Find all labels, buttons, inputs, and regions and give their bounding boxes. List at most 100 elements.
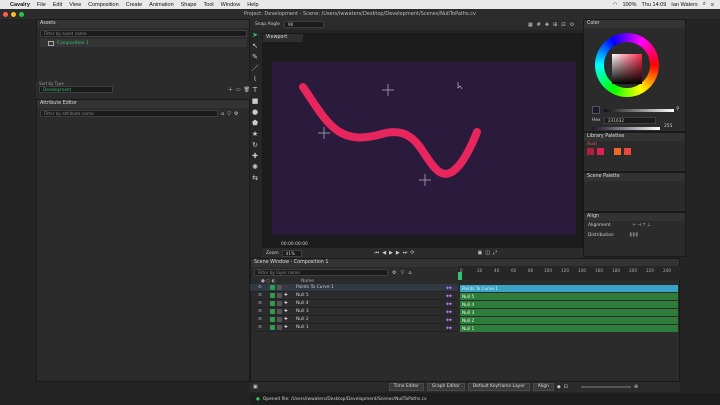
zoom-in-icon[interactable]: ⊕ — [634, 384, 638, 390]
playhead[interactable] — [458, 272, 462, 280]
polygon-tool-icon[interactable]: ⬟ — [250, 118, 260, 129]
assets-search-input[interactable]: Filter by asset name — [40, 30, 247, 37]
filter-icon[interactable]: ▽ — [227, 111, 231, 117]
swatch-1[interactable] — [587, 148, 594, 155]
null-tool-icon[interactable]: ✚ — [250, 151, 260, 162]
timeline-zoom-slider[interactable] — [580, 386, 631, 388]
folder-icon[interactable]: ▭ — [236, 87, 241, 93]
direct-select-tool-icon[interactable]: ↖ — [250, 41, 260, 52]
add-asset-icon[interactable]: ＋ — [228, 86, 233, 93]
rotate-tool-icon[interactable]: ↻ — [250, 140, 260, 151]
select-tool-icon[interactable]: ➤ — [250, 30, 260, 41]
time-editor-button[interactable]: Time Editor — [388, 383, 424, 391]
layer-filter-icon[interactable]: ▽ — [400, 270, 404, 276]
saturation-value-square[interactable] — [612, 54, 642, 84]
alpha-slider[interactable] — [592, 127, 660, 130]
view-icon[interactable]: ◫ — [485, 250, 490, 256]
snap-keys-icon[interactable]: ⊡ — [564, 384, 568, 390]
gear-tool-icon[interactable]: ✺ — [250, 162, 260, 173]
eyedropper-icon[interactable]: ⚲ — [676, 106, 680, 112]
layer-row[interactable]: ⊙ ✚ Null 1 ⬥⬥ — [250, 324, 458, 332]
brightness-slider[interactable] — [604, 109, 674, 112]
menu-window[interactable]: Window — [221, 2, 241, 8]
menu-edit[interactable]: Edit — [53, 2, 62, 8]
track-bar[interactable]: Null 2 — [460, 317, 678, 324]
grid-icon[interactable]: ▦ — [528, 22, 533, 28]
snap-angle-input[interactable]: 90 — [283, 21, 324, 28]
align-button[interactable]: Align — [532, 383, 554, 391]
track-bar[interactable]: Null 1 — [460, 325, 678, 332]
settings-icon[interactable]: ⚙ — [234, 111, 238, 117]
menu-create[interactable]: Create — [126, 2, 143, 8]
menu-tool[interactable]: Tool — [204, 2, 214, 8]
viewport-canvas[interactable] — [272, 62, 576, 235]
line-tool-icon[interactable]: ／ — [250, 63, 260, 74]
battery-label[interactable]: 100% — [622, 2, 636, 8]
timeline-ruler[interactable]: 0 20 40 60 80 100 120 140 160 180 200 22… — [458, 266, 680, 280]
attribute-search-input[interactable]: Filter by attribute name — [40, 110, 218, 117]
play-icon[interactable]: ▶ — [389, 250, 393, 256]
wifi-icon[interactable]: ◠ — [613, 2, 618, 8]
layer-row[interactable]: ⊙ ✚ Null 4 ⬥⬥ — [250, 300, 458, 308]
sort-dropdown[interactable]: Development — [39, 86, 113, 93]
default-keyframe-button[interactable]: Default Keyframe Layer — [467, 383, 530, 391]
add-layer-icon[interactable]: ▣ — [253, 384, 258, 390]
reset-view-icon[interactable]: ⟲ — [569, 22, 573, 28]
distribution-buttons[interactable]: ⫼⫼⫼ — [630, 232, 639, 238]
last-frame-icon[interactable]: ⏭ — [403, 250, 408, 256]
connect-tool-icon[interactable]: ⇆ — [250, 173, 260, 184]
layer-row[interactable]: ⊙ ∿ Points To Curve 1 ⬥⬥ — [250, 284, 458, 292]
graph-editor-button[interactable]: Graph Editor — [426, 383, 465, 391]
snap-icon[interactable]: ⊞ — [553, 22, 557, 28]
zoom-input[interactable]: 41% — [281, 249, 302, 257]
asset-item[interactable]: Composition 1 — [40, 39, 246, 47]
fit-icon[interactable]: ⊡ — [561, 22, 565, 28]
alignment-buttons[interactable]: ⊢⊣⊤⊥ — [633, 223, 652, 228]
search-icon[interactable]: ⌕ — [703, 1, 706, 8]
layer-lock-icon[interactable]: ⌂ — [408, 270, 411, 276]
render-icon[interactable]: ▣ — [477, 250, 482, 256]
loop-icon[interactable]: ⟳ — [410, 250, 414, 256]
menu-icon[interactable]: ≡ — [711, 2, 714, 8]
layer-search-input[interactable]: Filter by layer name — [254, 269, 388, 276]
track-bar[interactable]: Points To Curve 1 — [460, 285, 678, 292]
hex-input[interactable]: 231632 — [604, 117, 656, 124]
text-tool-icon[interactable]: T — [250, 85, 260, 96]
track-bar[interactable]: Null 3 — [460, 309, 678, 316]
menu-animation[interactable]: Animation — [149, 2, 173, 8]
layer-row[interactable]: ⊙ ✚ Null 3 ⬥⬥ — [250, 308, 458, 316]
menu-help[interactable]: Help — [247, 2, 258, 8]
hash-icon[interactable]: # — [537, 22, 541, 28]
pan-icon[interactable]: ✥ — [545, 22, 549, 28]
app-menu[interactable]: Cavalry — [10, 2, 30, 8]
prev-frame-icon[interactable]: ◀ — [382, 250, 386, 256]
color-panel: Color ⚲ Hex 231632 255 — [583, 19, 686, 132]
ellipse-tool-icon[interactable]: ● — [250, 107, 260, 118]
track-bar[interactable]: Null 5 — [460, 293, 678, 300]
pen-tool-icon[interactable]: ✎ — [250, 52, 260, 63]
next-frame-icon[interactable]: ▶ — [396, 250, 400, 256]
menu-file[interactable]: File — [37, 2, 46, 8]
layer-settings-icon[interactable]: ⚙ — [392, 270, 396, 276]
menu-shape[interactable]: Shape — [181, 2, 197, 8]
lock-icon[interactable]: ⌂ — [221, 111, 224, 117]
timecode-display: 00:00:00:00 — [281, 242, 308, 247]
current-color-swatch[interactable] — [592, 106, 600, 114]
swatch-4[interactable] — [623, 148, 631, 155]
star-tool-icon[interactable]: ★ — [250, 129, 260, 140]
brush-tool-icon[interactable]: ⌇ — [250, 74, 260, 85]
fullscreen-icon[interactable]: ⤢ — [493, 250, 497, 256]
layer-row[interactable]: ⊙ ✚ Null 2 ⬥⬥ — [250, 316, 458, 324]
swatch-2[interactable] — [596, 148, 604, 155]
clock[interactable]: Thu 14:09 — [642, 2, 667, 8]
menu-view[interactable]: View — [69, 2, 81, 8]
first-frame-icon[interactable]: ⏮ — [375, 250, 380, 256]
rectangle-tool-icon[interactable]: ■ — [250, 96, 260, 107]
menu-composition[interactable]: Composition — [88, 2, 119, 8]
tick-label: 60 — [511, 268, 517, 273]
user-name[interactable]: Ian Waters — [671, 2, 697, 8]
layer-row[interactable]: ⊙ ✚ Null 5 ⬥⬥ — [250, 292, 458, 300]
swatch-3[interactable] — [614, 148, 622, 155]
track-bar[interactable]: Null 4 — [460, 301, 678, 308]
key-icon[interactable]: ◆ — [557, 384, 561, 390]
